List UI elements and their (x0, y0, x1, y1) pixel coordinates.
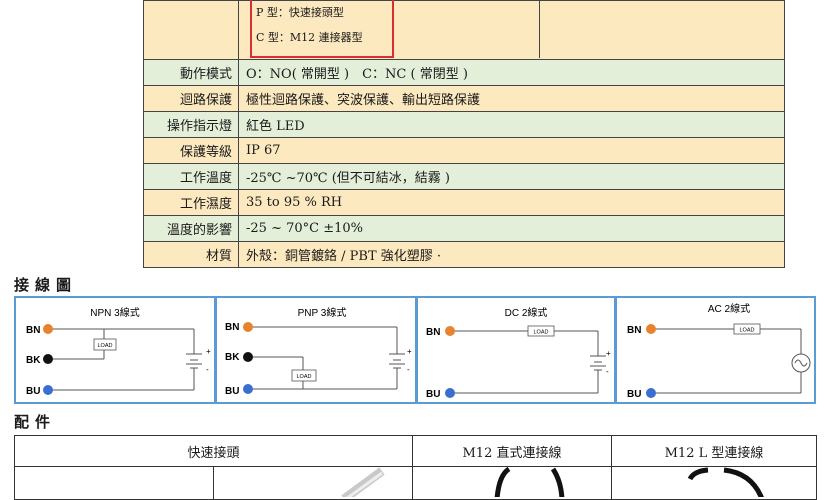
spec-row: 迴路保護 極性迴路保護、突波保護、輸出短路保護 (143, 85, 785, 112)
spec-table: 動作模式 O：NO( 常開型 ) C：NC ( 常閉型 ) 迴路保護 極性迴路保… (143, 0, 785, 268)
wire-label-bn: BN (26, 325, 40, 336)
cell-divider (539, 0, 540, 58)
spec-row: 材質 外殼：銅管鍍鉻 / PBT 強化塑膠 · (143, 241, 785, 268)
spec-value: O：NO( 常開型 ) C：NC ( 常閉型 ) (238, 59, 785, 86)
connector-type-p: P 型：快速接頭型 (256, 6, 344, 19)
spec-row-connector (143, 0, 785, 60)
panel-title: DC 2線式 (505, 306, 548, 319)
accessory-image-cell (14, 466, 214, 500)
accessories-image-row (14, 466, 817, 500)
wiring-panel-ac2: AC 2線式 BN BU LOAD (615, 296, 816, 404)
brown-terminal-icon (43, 324, 53, 334)
brown-terminal-icon (646, 324, 656, 334)
spec-row: 溫度的影響 -25 ~ 70°C ±10% (143, 215, 785, 242)
wire-label-bu: BU (26, 386, 40, 397)
m12-straight-cable-image (494, 467, 565, 497)
quick-connector-cable-image (341, 467, 385, 497)
spec-row: 保護等級 IP 67 (143, 137, 785, 164)
accessories-section-title: 配件 (14, 413, 57, 431)
accessories-header-row: 快速接頭 M12 直式連接線 M12 L 型連接線 (14, 435, 817, 467)
spec-value: -25℃ ~70℃ (但不可結冰，結霧 ) (238, 163, 785, 190)
accessory-image-cell (412, 466, 612, 500)
spec-value: 紅色 LED (238, 111, 785, 138)
spec-label: 工作溫度 (143, 163, 239, 190)
accessory-header: 快速接頭 (14, 435, 413, 467)
spec-value: 35 to 95 % RH (238, 189, 785, 216)
wire-label-bn: BN (225, 322, 239, 333)
wire-label-bk: BK (26, 355, 41, 366)
load-label: LOAD (98, 343, 113, 349)
spec-label: 保護等級 (143, 137, 239, 164)
spec-value: -25 ~ 70°C ±10% (238, 215, 785, 242)
wiring-panel-dc2: DC 2線式 BN BU LOAD + - (416, 296, 616, 404)
wire-label-bu: BU (225, 386, 239, 397)
brown-terminal-icon (445, 326, 455, 336)
load-label: LOAD (740, 328, 755, 334)
spec-row: 工作溫度 -25℃ ~70℃ (但不可結冰，結霧 ) (143, 163, 785, 190)
spec-label: 材質 (143, 241, 239, 268)
minus-sign: - (206, 365, 209, 374)
brown-terminal-icon (243, 322, 253, 332)
panel-title: AC 2線式 (708, 302, 750, 315)
panel-title: NPN 3線式 (90, 306, 139, 319)
accessories-table: 快速接頭 M12 直式連接線 M12 L 型連接線 (14, 435, 817, 500)
blue-terminal-icon (646, 388, 656, 398)
blue-terminal-icon (43, 385, 53, 395)
load-label: LOAD (534, 330, 549, 336)
panel-title: PNP 3線式 (298, 306, 347, 319)
load-label: LOAD (297, 374, 312, 380)
wire-label-bu: BU (426, 389, 440, 400)
wire-label-bu: BU (627, 389, 641, 400)
blue-terminal-icon (243, 384, 253, 394)
spec-row: 工作濕度 35 to 95 % RH (143, 189, 785, 216)
plus-sign: + (407, 347, 412, 356)
plus-sign: + (206, 347, 211, 356)
accessory-header: M12 直式連接線 (412, 435, 612, 467)
spec-value: 極性迴路保護、突波保護、輸出短路保護 (238, 85, 785, 112)
minus-sign: - (606, 367, 609, 376)
spec-value: IP 67 (238, 137, 785, 164)
spec-label: 溫度的影響 (143, 215, 239, 242)
wire-label-bk: BK (225, 352, 240, 363)
spec-label-empty (143, 0, 239, 60)
connector-type-c: C 型：M12 連接器型 (256, 31, 363, 44)
spec-label: 迴路保護 (143, 85, 239, 112)
connector-type-box: P 型：快速接頭型 C 型：M12 連接器型 (250, 0, 394, 58)
wiring-section-title: 接線圖 (14, 276, 78, 294)
wiring-panel-npn: NPN 3線式 BN BK BU LOAD + - (14, 296, 216, 404)
wire-label-bn: BN (426, 327, 440, 338)
black-terminal-icon (43, 354, 53, 364)
spec-row: 動作模式 O：NO( 常開型 ) C：NC ( 常閉型 ) (143, 59, 785, 86)
wiring-panel-pnp: PNP 3線式 BN BK BU LOAD + - (215, 296, 417, 404)
plus-sign: + (606, 349, 611, 358)
accessory-image-cell (213, 466, 413, 500)
wire-label-bn: BN (627, 325, 641, 336)
spec-label: 動作模式 (143, 59, 239, 86)
spec-label: 工作濕度 (143, 189, 239, 216)
spec-value: 外殼：銅管鍍鉻 / PBT 強化塑膠 · (238, 241, 785, 268)
wiring-diagrams: NPN 3線式 BN BK BU LOAD + - PNP 3線式 BN BK … (14, 296, 816, 406)
m12-l-cable-image (687, 467, 764, 497)
black-terminal-icon (243, 352, 253, 362)
accessory-image-cell (611, 466, 817, 500)
spec-label: 操作指示燈 (143, 111, 239, 138)
blue-terminal-icon (445, 388, 455, 398)
spec-row: 操作指示燈 紅色 LED (143, 111, 785, 138)
minus-sign: - (407, 365, 410, 374)
accessory-header: M12 L 型連接線 (611, 435, 817, 467)
